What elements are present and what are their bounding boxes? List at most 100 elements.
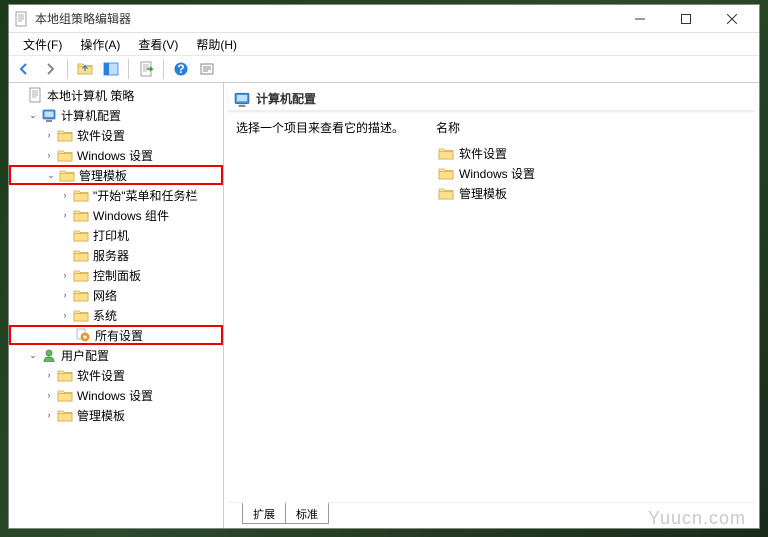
tree-toggle[interactable]: › (57, 267, 73, 283)
tab-extended[interactable]: 扩展 (242, 502, 286, 524)
folder-icon (57, 367, 73, 383)
window-controls (617, 5, 755, 33)
tree-toggle[interactable]: › (41, 127, 57, 143)
menu-view[interactable]: 查看(V) (130, 34, 186, 55)
tree-u-admin[interactable]: › 管理模板 (9, 405, 223, 425)
tree-label: 软件设置 (77, 127, 125, 144)
tree-label: Windows 设置 (77, 387, 153, 404)
tree-root[interactable]: 本地计算机 策略 (9, 85, 223, 105)
menu-help[interactable]: 帮助(H) (188, 34, 245, 55)
content-pane: 计算机配置 选择一个项目来查看它的描述。 名称 软件设置 Windows 设置 (224, 83, 759, 528)
folder-icon (57, 407, 73, 423)
folder-icon (59, 167, 75, 183)
tree-windows-components[interactable]: › Windows 组件 (9, 205, 223, 225)
tree-toggle[interactable]: › (41, 367, 57, 383)
back-button[interactable] (13, 58, 35, 80)
folder-icon (73, 267, 89, 283)
tree-label: 软件设置 (77, 367, 125, 384)
titlebar: 本地组策略编辑器 (9, 5, 759, 33)
filter-button[interactable] (196, 58, 218, 80)
tree-printer[interactable]: 打印机 (9, 225, 223, 245)
tree-toggle[interactable] (57, 247, 73, 263)
tabs: 扩展 标准 (228, 502, 755, 524)
minimize-button[interactable] (617, 5, 663, 33)
tree-label: Windows 组件 (93, 207, 169, 224)
tree-toggle[interactable] (57, 227, 73, 243)
tree-toggle[interactable]: › (57, 207, 73, 223)
tree-control-panel[interactable]: › 控制面板 (9, 265, 223, 285)
list-item[interactable]: 软件设置 (436, 143, 747, 163)
up-button[interactable] (74, 58, 96, 80)
list-item[interactable]: Windows 设置 (436, 163, 747, 183)
list-item-label: Windows 设置 (459, 165, 535, 182)
gpedit-window: 本地组策略编辑器 文件(F) 操作(A) 查看(V) 帮助(H) (8, 4, 760, 529)
content-body: 选择一个项目来查看它的描述。 名称 软件设置 Windows 设置 管理模板 (224, 111, 759, 502)
column-header-name[interactable]: 名称 (436, 119, 747, 137)
list-item-label: 管理模板 (459, 185, 507, 202)
tree-label: 网络 (93, 287, 117, 304)
computer-icon (234, 91, 250, 107)
content-title: 计算机配置 (256, 90, 316, 107)
tree-label: 系统 (93, 307, 117, 324)
close-button[interactable] (709, 5, 755, 33)
folder-icon (73, 227, 89, 243)
list-item-label: 软件设置 (459, 145, 507, 162)
tree-u-software[interactable]: › 软件设置 (9, 365, 223, 385)
tree-computer-config[interactable]: ⌄ 计算机配置 (9, 105, 223, 125)
app-icon (13, 11, 29, 27)
toolbar-separator (163, 59, 164, 79)
tree-toggle[interactable]: › (41, 407, 57, 423)
computer-icon (41, 107, 57, 123)
forward-button[interactable] (39, 58, 61, 80)
tree-all-settings[interactable]: 所有设置 (9, 325, 223, 345)
tree-start-menu[interactable]: › "开始"菜单和任务栏 (9, 185, 223, 205)
tree-u-windows[interactable]: › Windows 设置 (9, 385, 223, 405)
tree-toggle[interactable]: ⌄ (25, 347, 41, 363)
tree-pane[interactable]: 本地计算机 策略 ⌄ 计算机配置 › 软件设置 › Windows 设置 ⌄ 管… (9, 83, 224, 528)
tab-standard[interactable]: 标准 (285, 502, 329, 524)
folder-icon (438, 166, 454, 180)
tree-toggle[interactable] (11, 87, 27, 103)
tree-windows-settings[interactable]: › Windows 设置 (9, 145, 223, 165)
menu-action[interactable]: 操作(A) (72, 34, 128, 55)
tree-label: 本地计算机 策略 (47, 87, 134, 104)
menu-file[interactable]: 文件(F) (15, 34, 70, 55)
tree-toggle[interactable]: › (57, 287, 73, 303)
folder-icon (57, 387, 73, 403)
list-column: 名称 软件设置 Windows 设置 管理模板 (436, 119, 747, 494)
tree-system[interactable]: › 系统 (9, 305, 223, 325)
list-item[interactable]: 管理模板 (436, 183, 747, 203)
tree-label: Windows 设置 (77, 147, 153, 164)
tree-network[interactable]: › 网络 (9, 285, 223, 305)
tree-label: 所有设置 (95, 327, 143, 344)
folder-icon (438, 186, 454, 200)
folder-icon (73, 247, 89, 263)
maximize-button[interactable] (663, 5, 709, 33)
tree-toggle[interactable]: › (41, 387, 57, 403)
tree-toggle[interactable]: ⌄ (43, 167, 59, 183)
folder-icon (73, 207, 89, 223)
description-column: 选择一个项目来查看它的描述。 (236, 119, 436, 494)
tree-label: 打印机 (93, 227, 129, 244)
tree-server[interactable]: 服务器 (9, 245, 223, 265)
tree-toggle[interactable]: › (57, 307, 73, 323)
tree-label: 管理模板 (79, 167, 127, 184)
details-button[interactable] (100, 58, 122, 80)
tree-admin-templates[interactable]: ⌄ 管理模板 (9, 165, 223, 185)
window-title: 本地组策略编辑器 (35, 10, 617, 27)
folder-icon (73, 187, 89, 203)
doc-icon (27, 87, 43, 103)
tree-label: 用户配置 (61, 347, 109, 364)
body: 本地计算机 策略 ⌄ 计算机配置 › 软件设置 › Windows 设置 ⌄ 管… (9, 83, 759, 528)
tree-user-config[interactable]: ⌄ 用户配置 (9, 345, 223, 365)
description-text: 选择一个项目来查看它的描述。 (236, 119, 424, 136)
tree-toggle[interactable]: ⌄ (25, 107, 41, 123)
tree-label: 计算机配置 (61, 107, 121, 124)
tree-toggle[interactable]: › (41, 147, 57, 163)
export-button[interactable] (135, 58, 157, 80)
help-button[interactable] (170, 58, 192, 80)
tree-software-settings[interactable]: › 软件设置 (9, 125, 223, 145)
tree-toggle[interactable]: › (57, 187, 73, 203)
tree-toggle[interactable] (59, 327, 75, 343)
folder-icon (73, 287, 89, 303)
